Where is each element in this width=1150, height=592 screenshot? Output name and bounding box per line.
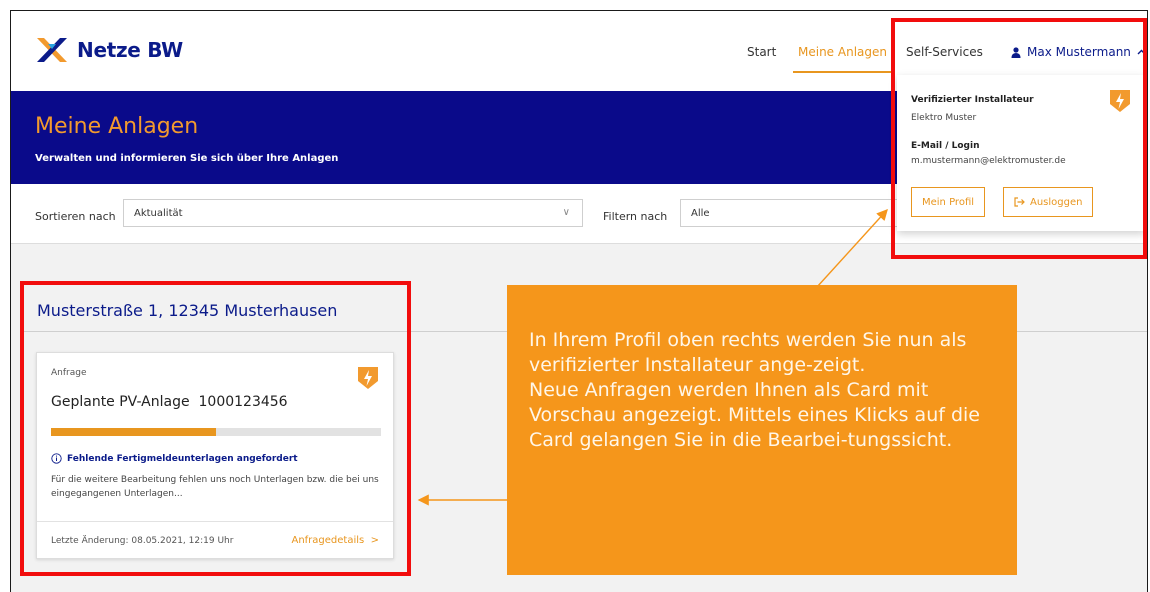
page-title: Meine Anlagen (35, 114, 199, 139)
netze-bw-cross-logo-icon (37, 38, 67, 62)
sort-value: Aktualität (134, 208, 183, 219)
highlight-profile-box (891, 18, 1147, 259)
page-subtitle: Verwalten und informieren Sie sich über … (35, 153, 339, 164)
chevron-down-icon: ∨ (562, 207, 570, 218)
filter-label: Filtern nach (603, 210, 668, 223)
highlight-card-box (20, 281, 411, 576)
sort-label: Sortieren nach (35, 210, 116, 223)
nav-meine-anlagen[interactable]: Meine Anlagen (798, 45, 887, 59)
callout-text: In Ihrem Profil oben rechts werden Sie n… (529, 329, 980, 451)
filter-value: Alle (691, 208, 710, 219)
filter-select[interactable]: Alle (680, 199, 910, 227)
annotation-callout: In Ihrem Profil oben rechts werden Sie n… (507, 285, 1017, 575)
nav-start[interactable]: Start (747, 45, 776, 59)
sort-select[interactable]: Aktualität ∨ (123, 199, 583, 227)
logo-text: Netze BW (77, 38, 183, 62)
nav-active-indicator (793, 71, 891, 73)
netze-bw-logo[interactable]: Netze BW (35, 35, 183, 65)
